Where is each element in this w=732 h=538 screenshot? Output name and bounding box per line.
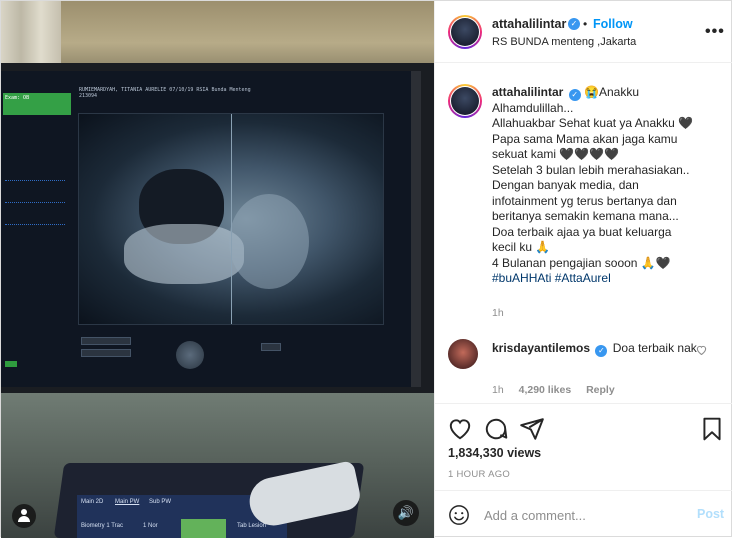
add-comment-bar: Post <box>435 490 732 538</box>
caption-text: 😭Anakku <box>584 85 640 99</box>
heart-icon[interactable] <box>447 416 473 442</box>
verified-badge-icon: ✓ <box>595 345 608 357</box>
post-timestamp: 1 HOUR AGO <box>448 469 511 480</box>
caption-line-first: attahalilintar ✓ 😭Anakku <box>492 85 722 101</box>
separator-dot: • <box>583 17 588 31</box>
console-tab: Main PW <box>115 499 140 505</box>
caption-text: Alhamdulillah... <box>492 100 574 115</box>
sound-toggle-icon[interactable]: 🔊 <box>393 500 419 526</box>
screen-dial <box>176 341 204 369</box>
post-comment-button[interactable]: Post <box>697 507 724 521</box>
background-curtain <box>1 1 61 71</box>
scan-guide-line <box>231 114 232 324</box>
comment-input[interactable] <box>484 505 684 525</box>
commenter-avatar[interactable] <box>448 339 478 369</box>
panel-row <box>5 193 65 203</box>
console-tab: Main 2D <box>81 499 104 505</box>
reply-button[interactable]: Reply <box>586 384 615 396</box>
author-username[interactable]: attahalilintar <box>492 17 566 31</box>
exam-tag: Exam: OB <box>3 93 71 115</box>
verified-badge-icon: ✓ <box>568 89 581 101</box>
like-comment-icon[interactable] <box>696 345 707 358</box>
background-wall <box>1 1 434 71</box>
scan-fetus-region <box>229 194 309 289</box>
scan-bright-region <box>124 224 244 284</box>
screen-controls <box>71 329 391 379</box>
ultrasound-monitor: Exam: OB RUMIEMARDYAH, TITANIA AURELIE 0… <box>1 63 434 393</box>
comment-username[interactable]: krisdayantilemos <box>492 341 590 355</box>
post-video[interactable]: Exam: OB RUMIEMARDYAH, TITANIA AURELIE 0… <box>1 1 434 538</box>
panel-row <box>5 171 65 181</box>
console-button: Tab Lesion <box>237 523 267 529</box>
share-icon[interactable] <box>519 416 545 442</box>
caption-timestamp: 1h <box>492 307 504 319</box>
comment: krisdayantilemos ✓ Doa terbaik nak <box>492 341 702 357</box>
instagram-post: Exam: OB RUMIEMARDYAH, TITANIA AURELIE 0… <box>0 0 732 538</box>
comment-timestamp: 1h <box>492 384 504 396</box>
screen-button <box>81 349 131 357</box>
comment-text: Doa terbaik nak <box>612 341 697 355</box>
comment-meta: 1h 4,290 likes Reply <box>492 384 627 396</box>
screen-indicator <box>5 361 17 367</box>
verified-badge-icon: ✓ <box>568 18 580 30</box>
panel-row <box>5 215 65 225</box>
console-green-key <box>181 519 226 538</box>
post-side-panel: attahalilintar ✓ • Follow RS BUNDA mente… <box>434 1 732 538</box>
comment-icon[interactable] <box>483 416 509 442</box>
more-options-icon[interactable]: ••• <box>705 23 725 41</box>
caption-text: Papa sama Mama akan jaga kamu <box>492 131 678 146</box>
screen-header-line2: 213094 <box>79 93 98 99</box>
console-button: 1 Nor <box>143 523 158 529</box>
ultrasound-screen: Exam: OB RUMIEMARDYAH, TITANIA AURELIE 0… <box>1 71 421 387</box>
caption-username[interactable]: attahalilintar <box>492 85 563 99</box>
console-tab: Sub PW <box>149 499 172 505</box>
post-location[interactable]: RS BUNDA menteng ,Jakarta <box>492 36 636 48</box>
caption-text: Setelah 3 bulan lebih merahasiakan.. <box>492 162 690 177</box>
post-header: attahalilintar ✓ • Follow RS BUNDA mente… <box>435 1 732 63</box>
author-avatar[interactable] <box>448 15 482 49</box>
screen-button <box>261 343 281 351</box>
ultrasound-image <box>78 113 384 325</box>
save-bookmark-icon[interactable] <box>699 416 725 442</box>
caption-text: kecil ku 🙏 <box>492 240 551 254</box>
post-caption: attahalilintar ✓ 😭Anakku Alhamdulillah..… <box>492 85 722 287</box>
tagged-people-icon[interactable] <box>12 504 36 528</box>
caption-text: sekuat kami 🖤🖤🖤🖤 <box>492 147 620 161</box>
screen-header: RUMIEMARDYAH, TITANIA AURELIE 07/10/19 R… <box>79 87 389 111</box>
view-count[interactable]: 1,834,330 views <box>448 446 541 460</box>
screen-left-panel <box>5 171 65 241</box>
emoji-icon[interactable] <box>448 504 470 526</box>
caption-text: Dengan banyak media, dan <box>492 178 639 192</box>
action-bar <box>435 403 732 451</box>
caption-avatar[interactable] <box>448 84 482 118</box>
console-button: Biometry 1 Trac <box>81 523 124 529</box>
comment-likes[interactable]: 4,290 likes <box>519 384 572 396</box>
follow-button[interactable]: Follow <box>593 17 633 31</box>
caption-text: infotainment yg terus bertanya dan <box>492 193 677 208</box>
caption-text: Doa terbaik ajaa ya buat keluarga <box>492 224 672 239</box>
caption-text: Allahuakbar Sehat kuat ya Anakku 🖤 <box>492 116 694 130</box>
screen-button <box>81 337 131 345</box>
caption-hashtags[interactable]: #buAHHAti #AttaAurel <box>492 271 722 287</box>
caption-text: beritanya semakin kemana mana... <box>492 209 679 223</box>
caption-text: 4 Bulanan pengajian sooon 🙏🖤 <box>492 255 671 270</box>
